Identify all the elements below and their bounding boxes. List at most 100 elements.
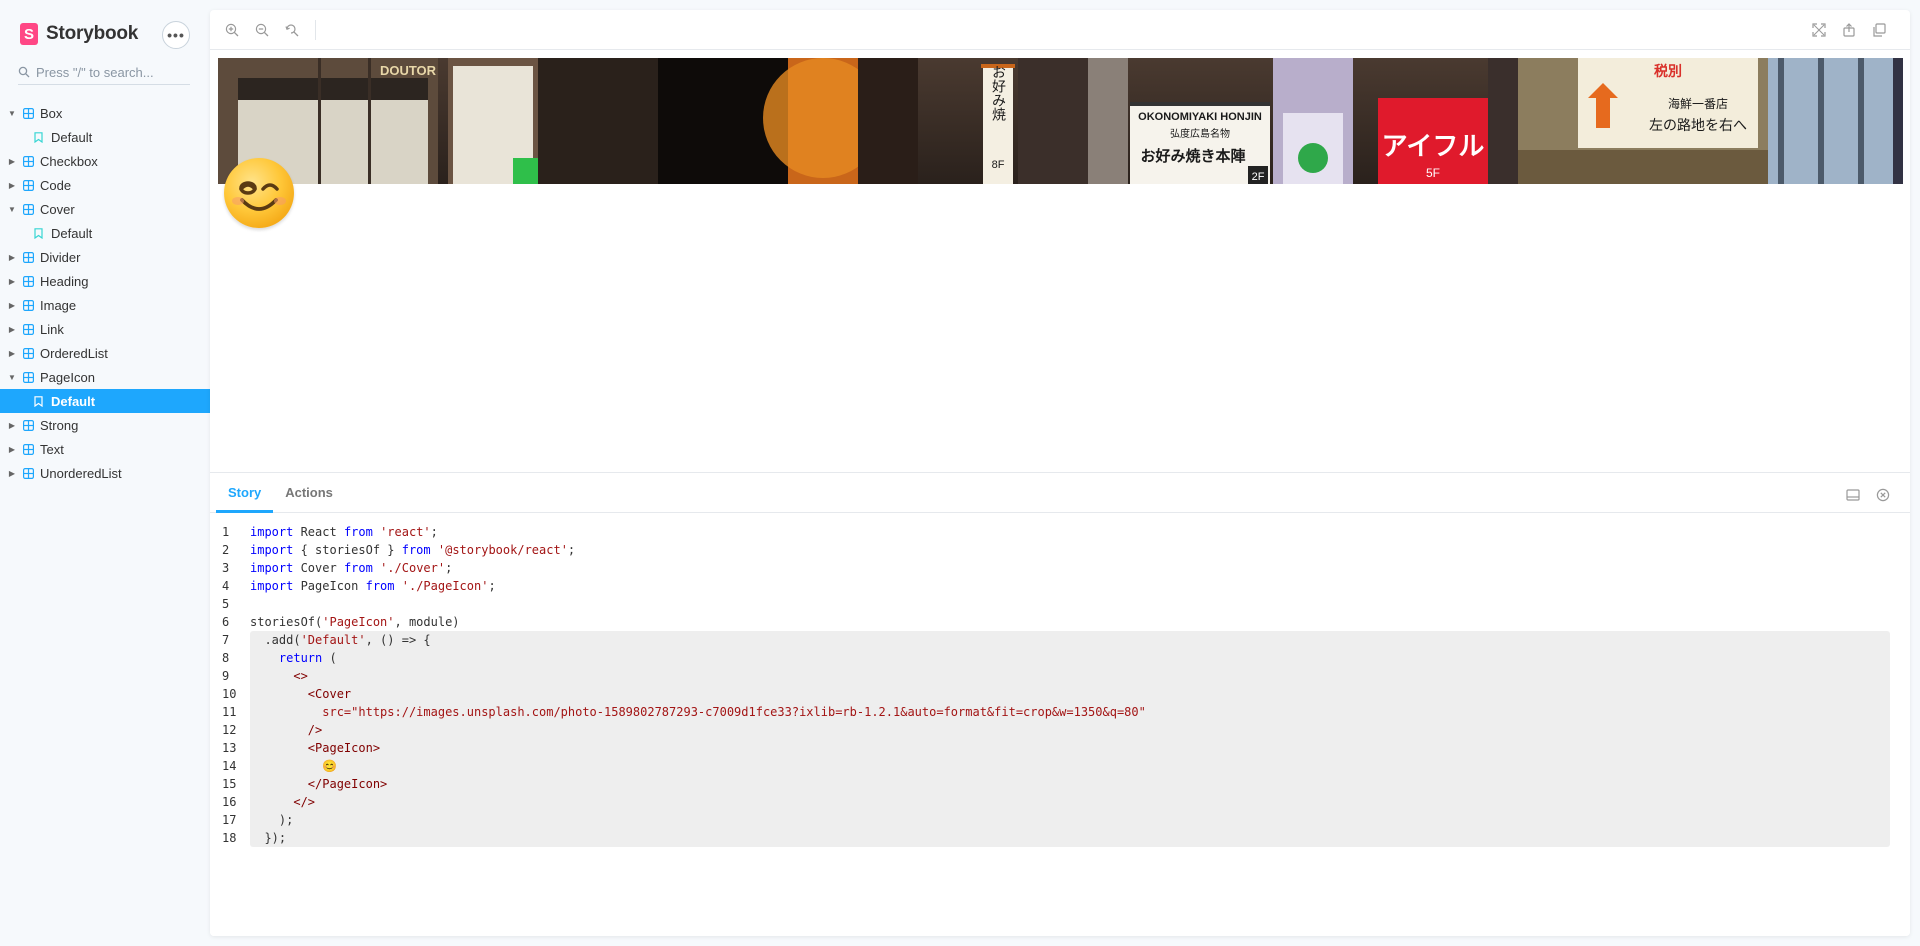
code-token: <PageIcon>: [307, 741, 381, 755]
code-text: </PageIcon>: [250, 775, 387, 793]
code-line: 11 src="https://images.unsplash.com/phot…: [210, 703, 1910, 721]
caret-right-icon[interactable]: ▶: [6, 349, 18, 358]
component-icon: [22, 323, 34, 335]
code-token: storiesOf(: [250, 615, 323, 629]
brand-name: Storybook: [46, 23, 139, 44]
code-line: 14 😊: [210, 757, 1910, 775]
caret-down-icon[interactable]: ▼: [6, 109, 18, 118]
panel-orientation-icon[interactable]: [1838, 480, 1868, 510]
line-number: 7: [222, 633, 230, 647]
line-number: 4: [222, 579, 230, 593]
search-icon: [18, 66, 30, 78]
caret-right-icon[interactable]: ▶: [6, 157, 18, 166]
bookmark-icon: [34, 395, 43, 407]
code-line: 12 />: [210, 721, 1910, 739]
line-number: 11: [222, 705, 237, 719]
component-icon: [22, 347, 34, 359]
caret-right-icon[interactable]: ▶: [6, 301, 18, 310]
search-box: [18, 60, 190, 85]
sidebar-item-cover[interactable]: ▼ Cover: [0, 197, 210, 221]
caret-right-icon[interactable]: ▶: [6, 253, 18, 262]
code-line: 2 import { storiesOf } from '@storybook/r…: [210, 541, 1910, 559]
sidebar-item-label: Text: [40, 441, 64, 457]
zoom-reset-icon[interactable]: [277, 15, 307, 45]
caret-right-icon[interactable]: ▶: [6, 181, 18, 190]
sidebar-item-divider[interactable]: ▶ Divider: [0, 245, 210, 269]
sidebar-item-unorderedlist[interactable]: ▶ UnorderedList: [0, 461, 210, 485]
component-icon: [22, 179, 34, 191]
code-token: import: [250, 579, 294, 593]
component-icon: [22, 251, 34, 263]
zoom-out-icon[interactable]: [247, 15, 277, 45]
cover-sign-zeibetsu: 税別: [1654, 63, 1682, 80]
cover-sign-aiful: アイフル: [1382, 132, 1485, 162]
code-text: .add('Default', () => {: [250, 631, 430, 649]
sidebar-story-default[interactable]: Default: [0, 221, 210, 245]
sidebar-item-orderedlist[interactable]: ▶ OrderedList: [0, 341, 210, 365]
code-line: 3 import Cover from './Cover';: [210, 559, 1910, 577]
line-number: 10: [222, 687, 237, 701]
caret-down-icon[interactable]: ▼: [6, 205, 18, 214]
sidebar-item-text[interactable]: ▶ Text: [0, 437, 210, 461]
code-text: return (: [250, 649, 337, 667]
caret-right-icon[interactable]: ▶: [6, 469, 18, 478]
menu-button[interactable]: •••: [162, 21, 190, 49]
code-token: </>: [293, 795, 316, 809]
component-icon: [22, 443, 34, 455]
caret-right-icon[interactable]: ▶: [6, 277, 18, 286]
share-icon[interactable]: [1834, 15, 1864, 45]
addon-tabs: Story Actions: [210, 473, 1910, 513]
cover-sign-honjin-jp: お好み焼き本陣: [1140, 147, 1245, 165]
cover-sign-8f: 8F: [992, 159, 1005, 171]
code-token: 'react': [380, 525, 431, 539]
code-text: </>: [250, 793, 315, 811]
toolbar: [210, 10, 1910, 50]
sidebar-item-image[interactable]: ▶ Image: [0, 293, 210, 317]
storybook-logo-icon: S: [20, 23, 38, 45]
component-icon: [22, 467, 34, 479]
line-number: 2: [222, 543, 230, 557]
sidebar-item-label: Cover: [40, 201, 75, 217]
line-number: 3: [222, 561, 230, 575]
search-input[interactable]: [36, 64, 184, 80]
tab-story[interactable]: Story: [216, 473, 274, 513]
caret-right-icon[interactable]: ▶: [6, 325, 18, 334]
copy-icon[interactable]: [1864, 15, 1894, 45]
caret-right-icon[interactable]: ▶: [6, 445, 18, 454]
tab-actions[interactable]: Actions: [273, 473, 345, 512]
sidebar-item-box[interactable]: ▼ Box: [0, 101, 210, 125]
cover-sign-5f: 5F: [1426, 166, 1440, 180]
sidebar-item-pageicon[interactable]: ▼ PageIcon: [0, 365, 210, 389]
close-panel-icon[interactable]: [1868, 480, 1898, 510]
code-line: 6 storiesOf('PageIcon', module): [210, 613, 1910, 631]
caret-right-icon[interactable]: ▶: [6, 421, 18, 430]
code-token: .add(: [250, 633, 301, 647]
story-source-code: 1 import React from 'react'; 2 import { sto…: [210, 523, 1910, 847]
fullscreen-icon[interactable]: [1804, 15, 1834, 45]
code-token: from: [401, 543, 431, 557]
code-text: />: [250, 721, 322, 739]
sidebar-item-label: Heading: [40, 273, 89, 289]
code-text: );: [250, 811, 293, 829]
brand[interactable]: S Storybook: [20, 22, 138, 46]
sidebar-item-strong[interactable]: ▶ Strong: [0, 413, 210, 437]
sidebar-item-code[interactable]: ▶ Code: [0, 173, 210, 197]
sidebar-item-heading[interactable]: ▶ Heading: [0, 269, 210, 293]
code-line: 8 return (: [210, 649, 1910, 667]
sidebar-story-default[interactable]: Default: [0, 125, 210, 149]
sidebar-story-default[interactable]: Default: [0, 389, 210, 413]
code-line: 13 <PageIcon>: [210, 739, 1910, 757]
caret-down-icon[interactable]: ▼: [6, 373, 18, 382]
code-token: return: [278, 651, 323, 665]
code-token: ;: [488, 579, 496, 593]
sidebar-item-link[interactable]: ▶ Link: [0, 317, 210, 341]
code-line: 10 <Cover: [210, 685, 1910, 703]
sidebar-item-checkbox[interactable]: ▶ Checkbox: [0, 149, 210, 173]
code-text: });: [250, 829, 286, 847]
zoom-in-icon[interactable]: [217, 15, 247, 45]
line-number: 12: [222, 723, 237, 737]
